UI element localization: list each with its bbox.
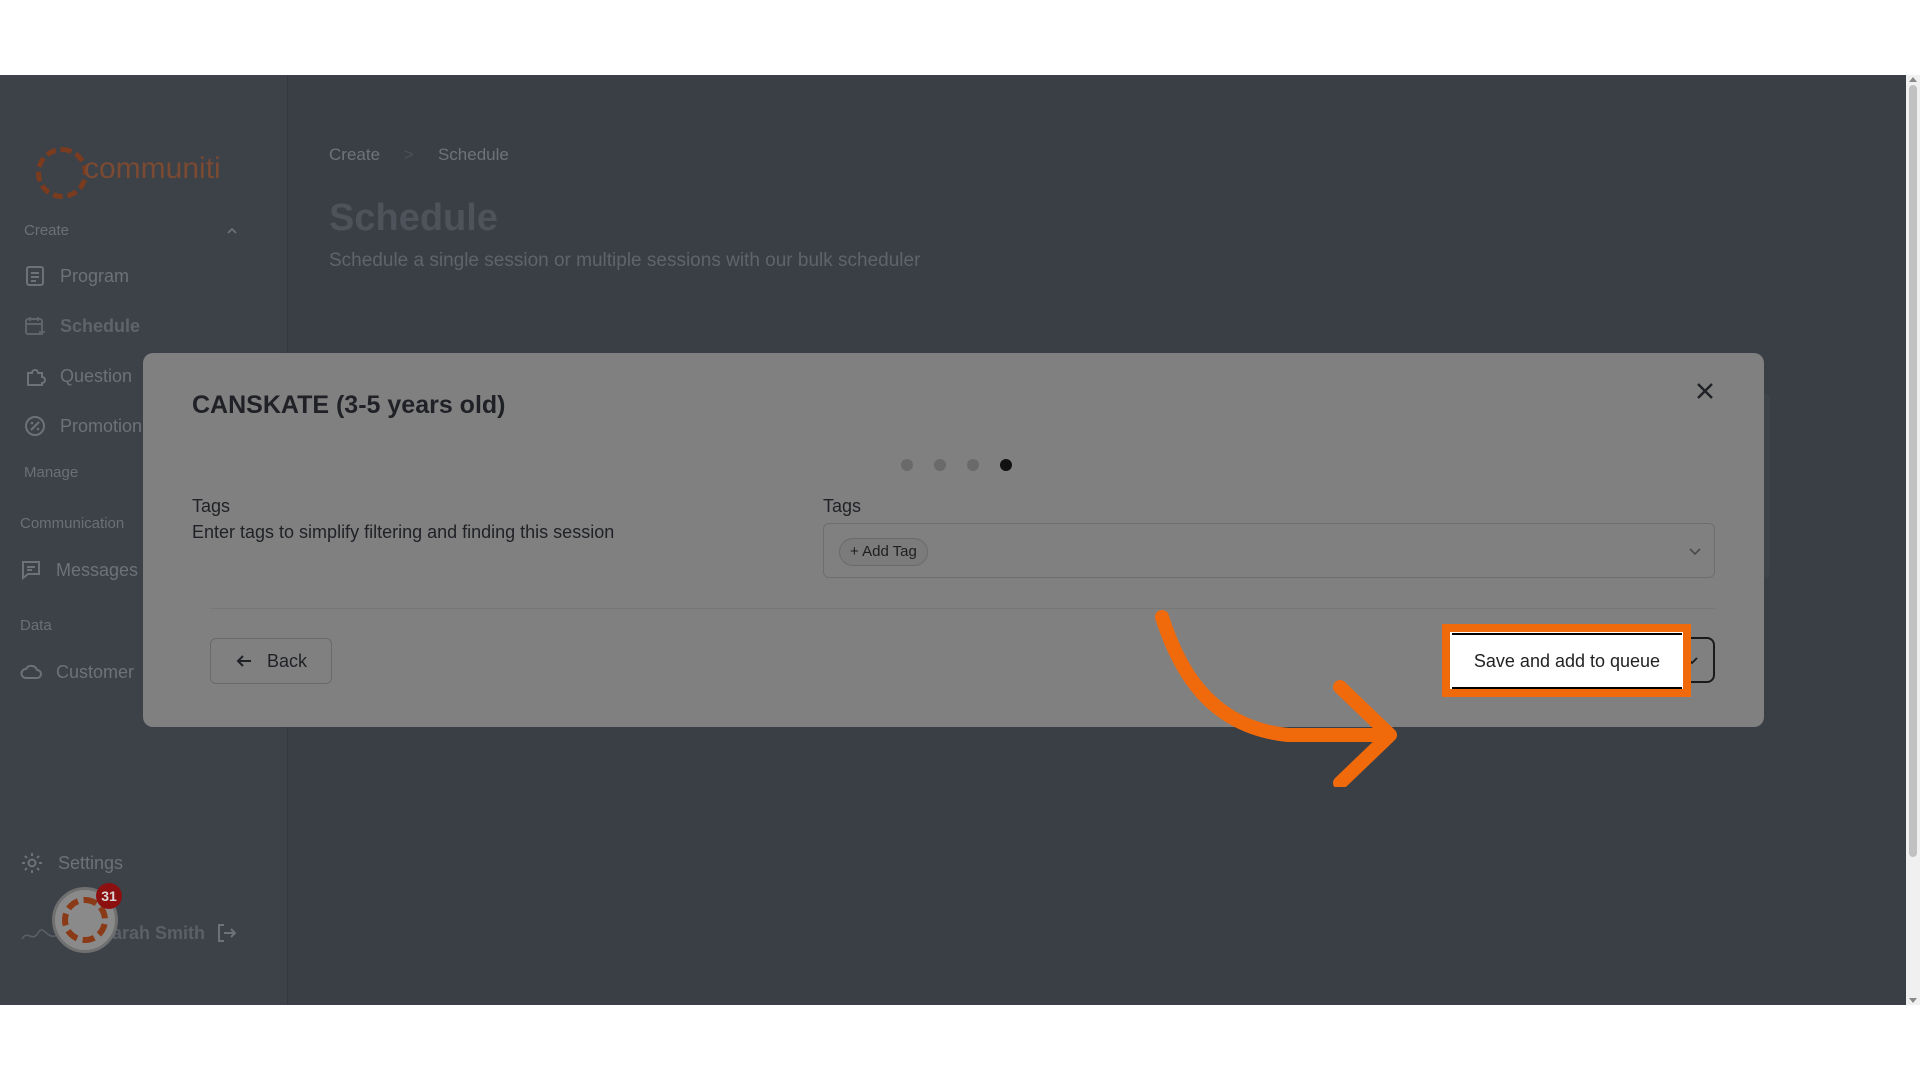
step-dot — [967, 459, 979, 471]
section-communication: Communication — [20, 515, 125, 532]
breadcrumb-create[interactable]: Create — [329, 145, 380, 165]
add-tag-button[interactable]: + Add Tag — [839, 538, 928, 566]
scrollbar-thumb[interactable] — [1909, 85, 1917, 857]
sidebar-item-settings[interactable]: Settings — [20, 851, 123, 875]
sidebar-item-promotion[interactable]: Promotion — [24, 415, 142, 437]
settings-label: Settings — [58, 852, 124, 873]
document-icon — [26, 266, 44, 286]
divider — [210, 608, 1715, 609]
sidebar-item-label: Customer — [56, 661, 135, 682]
step-indicator — [901, 459, 1012, 471]
logo-text: communiti — [84, 152, 221, 185]
sidebar-item-program[interactable]: Program — [24, 265, 129, 287]
breadcrumb-schedule[interactable]: Schedule — [438, 145, 509, 165]
page-title: Schedule — [329, 197, 498, 239]
back-button-label: Back — [266, 650, 308, 671]
sidebar-item-label: Question — [60, 365, 133, 386]
puzzle-icon — [27, 369, 46, 386]
discount-icon — [25, 416, 45, 436]
gear-icon — [22, 853, 42, 873]
scrollbar[interactable] — [1906, 75, 1920, 1005]
section-manage: Manage — [24, 464, 79, 481]
message-icon — [22, 561, 40, 581]
tags-select[interactable]: + Add Tag — [823, 523, 1715, 578]
close-icon[interactable] — [1691, 377, 1719, 405]
step-dot — [934, 459, 946, 471]
breadcrumb-separator: > — [404, 145, 414, 164]
cloud-icon — [20, 664, 42, 679]
section-data: Data — [20, 617, 52, 634]
save-and-add-to-queue-button[interactable]: Save and add to queue — [1452, 633, 1682, 689]
back-button[interactable]: Back — [210, 638, 332, 684]
scroll-down-icon[interactable] — [1909, 998, 1917, 1003]
sidebar-item-customer[interactable]: Customer — [20, 661, 134, 683]
section-create[interactable]: Create — [24, 222, 69, 239]
modal-title: CANSKATE (3-5 years old) — [192, 391, 506, 419]
sidebar-item-question[interactable]: Question — [24, 365, 132, 387]
arrow-left-icon — [236, 655, 251, 667]
calendar-plus-icon — [25, 317, 45, 335]
sidebar-item-label: Schedule — [60, 315, 141, 336]
tutorial-arrow-icon — [1155, 610, 1397, 787]
step-dot — [901, 459, 913, 471]
chevron-down-icon[interactable] — [1688, 544, 1702, 558]
scroll-up-icon[interactable] — [1909, 77, 1917, 82]
step-dot-active — [1000, 459, 1012, 471]
section-title: Tags — [192, 496, 231, 516]
notification-badge: 31 — [96, 883, 122, 909]
chevron-up-icon[interactable] — [226, 225, 238, 237]
sidebar-item-label: Promotion — [60, 415, 143, 436]
breadcrumb: Create > Schedule — [329, 145, 509, 165]
page-subtitle: Schedule a single session or multiple se… — [329, 250, 921, 271]
sidebar-item-schedule[interactable]: Schedule — [24, 315, 140, 337]
logo-icon — [36, 147, 88, 199]
logo[interactable]: communiti — [36, 147, 221, 199]
sidebar-item-label: Program — [60, 265, 130, 286]
sidebar-item-messages[interactable]: Messages — [20, 559, 138, 581]
screen: communiti Create Program Schedule Questi… — [0, 75, 1920, 1005]
sidebar-item-label: Messages — [56, 559, 139, 580]
logout-icon[interactable] — [215, 922, 237, 944]
section-description: Enter tags to simplify filtering and fin… — [192, 522, 615, 542]
tags-field-label: Tags — [823, 496, 862, 516]
